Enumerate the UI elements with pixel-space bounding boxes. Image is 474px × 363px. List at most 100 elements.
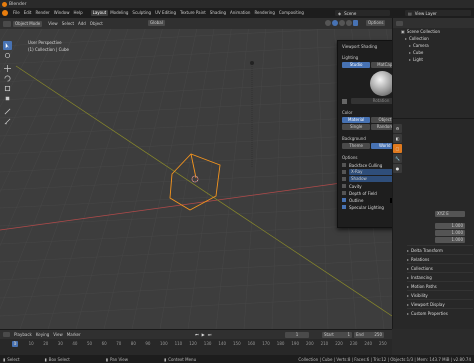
solid-shading-icon[interactable]: [332, 20, 338, 26]
section-custom-properties[interactable]: ▸ Custom Properties: [407, 308, 473, 317]
viewport-header: Object Mode View Select Add Object Global O…: [0, 18, 392, 29]
timeline-ruler[interactable]: 1 0 10 20 30 40 50 60 70 80 90 100 110 120 130 140 150 1…: [0, 341, 392, 348]
wireframe-shading-icon[interactable]: [325, 20, 331, 26]
outliner-item-label: Cube: [413, 50, 424, 55]
move-tool-icon[interactable]: [3, 64, 12, 73]
scale-y-field[interactable]: 1.000: [435, 230, 465, 236]
jump-end-icon[interactable]: ⏭: [208, 332, 212, 337]
annotate-tool-icon[interactable]: [3, 107, 12, 116]
scale-x-field[interactable]: 1.000: [435, 223, 465, 229]
shading-dropdown-icon[interactable]: [353, 20, 358, 26]
viewport-menu-view[interactable]: View: [46, 21, 60, 27]
backface-checkbox[interactable]: [342, 163, 346, 167]
view-layer-icon: ▤: [408, 10, 412, 16]
viewport-menu-object[interactable]: Object: [88, 21, 105, 27]
workspace-tab-compositing[interactable]: Compositing: [277, 10, 306, 16]
section-delta-transform[interactable]: ▸ Delta Transform: [407, 245, 473, 254]
current-frame-field[interactable]: 1: [285, 332, 309, 338]
section-relations[interactable]: ▸ Relations: [407, 254, 473, 263]
transform-tool-icon[interactable]: [3, 94, 12, 103]
viewport[interactable]: Object Mode View Select Add Object Global O…: [0, 18, 392, 329]
end-frame-field[interactable]: End 250: [354, 332, 384, 338]
render-tab-icon[interactable]: ◧: [393, 134, 402, 143]
timeline-menu-playback[interactable]: Playback: [12, 332, 34, 338]
jump-start-icon[interactable]: ⏮: [195, 332, 199, 337]
menu-file[interactable]: File: [11, 10, 22, 16]
view-layer-selector[interactable]: ▤ View Layer: [405, 10, 471, 16]
timeline-menu-marker[interactable]: Marker: [65, 332, 83, 338]
workspace-tab-uv-editing[interactable]: UV Editing: [153, 10, 178, 16]
section-motion-paths[interactable]: ▸ Motion Paths: [407, 281, 473, 290]
color-material[interactable]: Material: [342, 117, 371, 123]
timeline-editor-icon[interactable]: [3, 332, 10, 337]
background-theme[interactable]: Theme: [342, 142, 371, 149]
viewport-menu-select[interactable]: Select: [60, 21, 76, 27]
scene-selector[interactable]: ◆ Scene: [335, 10, 390, 16]
workspace-tab-sculpting[interactable]: Sculpting: [130, 10, 153, 16]
material-shading-icon[interactable]: [339, 20, 345, 26]
3d-cursor-icon[interactable]: [191, 175, 199, 183]
title-bar: Blender: [0, 0, 474, 8]
section-collections[interactable]: ▸ Collections: [407, 263, 473, 272]
rotate-tool-icon[interactable]: [3, 74, 12, 83]
workspace-tab-shading[interactable]: Shading: [208, 10, 228, 16]
workspace-tab-texture-paint[interactable]: Texture Paint: [178, 10, 208, 16]
select-tool-icon[interactable]: [3, 41, 12, 50]
color-single[interactable]: Single: [342, 123, 371, 130]
menu-edit[interactable]: Edit: [22, 10, 34, 16]
play-icon[interactable]: ▶: [202, 332, 205, 337]
viewport-grid: [0, 18, 392, 329]
editor-type-icon[interactable]: [3, 20, 11, 27]
mode-selector[interactable]: Object Mode: [13, 20, 43, 27]
scene-icon: ◆: [338, 10, 342, 16]
outliner-item-cube[interactable]: ▸ Cube: [393, 49, 474, 56]
modifier-tab-icon[interactable]: 🔧: [393, 154, 402, 163]
shadow-checkbox[interactable]: [342, 177, 346, 181]
outliner-editor-icon[interactable]: [396, 20, 403, 26]
section-label: Instancing: [411, 274, 432, 280]
world-space-icon[interactable]: [342, 98, 347, 104]
viewport-menu-add[interactable]: Add: [76, 21, 88, 27]
timeline-menu-keying[interactable]: Keying: [34, 332, 51, 338]
scene-collection-row[interactable]: ▣ Scene Collection: [393, 28, 474, 35]
status-select: Select: [7, 356, 20, 362]
outliner-item-label: Collection: [409, 36, 429, 41]
specular-checkbox[interactable]: [342, 205, 346, 209]
material-tab-icon[interactable]: ●: [393, 164, 402, 173]
orientation-selector[interactable]: Global: [148, 20, 165, 26]
options-button[interactable]: Options: [366, 20, 386, 26]
outline-checkbox[interactable]: [342, 198, 346, 202]
scale-z-field[interactable]: 1.000: [435, 237, 465, 243]
lighting-studio[interactable]: Studio: [342, 62, 371, 68]
menu-window[interactable]: Window: [52, 10, 72, 16]
measure-tool-icon[interactable]: [3, 117, 12, 126]
rotation-mode-selector[interactable]: XYZ E: [435, 211, 465, 217]
workspace-tab-rendering[interactable]: Rendering: [252, 10, 276, 16]
timeline-menu-view[interactable]: View: [51, 332, 65, 338]
outliner-item-light[interactable]: ▸ Light: [393, 56, 474, 63]
section-label: Relations: [411, 256, 430, 262]
start-frame-field[interactable]: Start 1: [322, 332, 352, 338]
section-visibility[interactable]: ▸ Visibility: [407, 290, 473, 299]
scale-tool-icon[interactable]: [3, 84, 12, 93]
xray-checkbox[interactable]: [342, 170, 346, 174]
workspace-tab-animation[interactable]: Animation: [228, 10, 252, 16]
workspace-tab-modeling[interactable]: Modeling: [108, 10, 130, 16]
outliner-item-camera[interactable]: ▸ Camera: [393, 42, 474, 49]
dof-checkbox[interactable]: [342, 191, 346, 195]
menu-render[interactable]: Render: [33, 10, 51, 16]
blender-menu-icon[interactable]: [2, 10, 8, 16]
menu-help[interactable]: Help: [71, 10, 84, 16]
section-instancing[interactable]: ▸ Instancing: [407, 272, 473, 281]
section-viewport-display[interactable]: ▸ Viewport Display: [407, 299, 473, 308]
cavity-checkbox[interactable]: [342, 184, 346, 188]
light-object[interactable]: [250, 61, 254, 65]
rendered-shading-icon[interactable]: [346, 20, 352, 26]
timeline-tick-label: 170: [262, 341, 270, 346]
tool-tab-icon[interactable]: ⚙: [393, 124, 402, 133]
workspace-tab-layout[interactable]: Layout: [90, 10, 109, 16]
object-tab-icon[interactable]: ▢: [393, 144, 402, 153]
start-value: 1: [347, 332, 350, 337]
outliner-item-collection[interactable]: ▸ Collection: [393, 35, 474, 42]
cursor-tool-icon[interactable]: [3, 51, 12, 60]
